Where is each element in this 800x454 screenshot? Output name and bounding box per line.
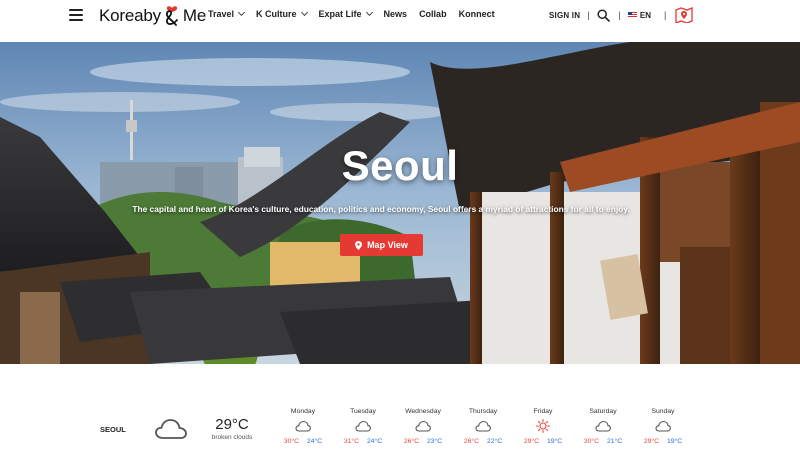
- forecast-day-name: Saturday: [589, 408, 617, 415]
- map-book-icon[interactable]: [675, 7, 693, 23]
- cloud-icon: [475, 419, 491, 433]
- logo-text-right: Me: [182, 6, 207, 25]
- separator: |: [618, 10, 621, 20]
- forecast-high: 30°C: [583, 438, 599, 445]
- forecast-temps: 29°C 19°C: [640, 438, 686, 445]
- forecast-low: 24°C: [307, 438, 323, 445]
- chevron-down-icon: [237, 8, 246, 17]
- cloud-icon: [655, 419, 671, 433]
- forecast-low: 19°C: [667, 438, 683, 445]
- menu-icon[interactable]: [69, 9, 83, 21]
- nav-travel[interactable]: Travel: [208, 8, 246, 19]
- search-icon[interactable]: [596, 8, 610, 22]
- forecast-low: 24°C: [367, 438, 383, 445]
- separator: |: [664, 10, 667, 20]
- forecast-temps: 29°C 19°C: [520, 438, 566, 445]
- cloud-icon: [415, 419, 431, 433]
- forecast-day-name: Tuesday: [350, 408, 376, 415]
- forecast-high: 26°C: [463, 438, 479, 445]
- forecast-high: 29°C: [523, 438, 539, 445]
- heart-ampersand-icon: [165, 6, 178, 26]
- forecast-high: 30°C: [283, 438, 299, 445]
- separator: |: [587, 10, 590, 20]
- forecast-high: 26°C: [403, 438, 419, 445]
- logo-text-left: Koreaby: [99, 6, 161, 25]
- forecast-temps: 30°C 24°C: [280, 438, 326, 445]
- forecast-high: 29°C: [643, 438, 659, 445]
- forecast-day: Monday 30°C 24°C: [280, 408, 326, 445]
- language-selector[interactable]: EN: [627, 11, 651, 20]
- forecast-day: Sunday 29°C 19°C: [640, 408, 686, 445]
- forecast-day-name: Friday: [533, 408, 553, 415]
- forecast-day: Saturday 30°C 21°C: [580, 408, 626, 445]
- hero-banner: Seoul The capital and heart of Korea's c…: [0, 42, 800, 364]
- cloud-icon: [355, 419, 371, 433]
- forecast-temps: 26°C 22°C: [460, 438, 506, 445]
- forecast-temps: 31°C 24°C: [340, 438, 386, 445]
- forecast-low: 23°C: [427, 438, 443, 445]
- nav-k-culture[interactable]: K Culture: [256, 8, 308, 19]
- forecast-day: Friday 29°C 19°C: [520, 408, 566, 445]
- chevron-down-icon: [365, 8, 373, 17]
- cloud-icon: [595, 419, 611, 433]
- forecast-day-name: Thursday: [468, 408, 498, 415]
- forecast-day: Wednesday 26°C 23°C: [400, 408, 446, 445]
- sign-in-link[interactable]: SIGN IN: [549, 11, 580, 20]
- forecast-temps: 30°C 21°C: [580, 438, 626, 445]
- chevron-down-icon: [300, 8, 308, 17]
- forecast-high: 31°C: [343, 438, 359, 445]
- header-tools: SIGN IN | | EN |: [549, 7, 693, 23]
- cloud-icon: [295, 419, 311, 433]
- nav-expat-life[interactable]: Expat Life: [319, 8, 373, 19]
- current-condition: broken clouds: [211, 434, 253, 441]
- forecast-low: 22°C: [487, 438, 503, 445]
- sun-icon: [535, 419, 551, 433]
- hero-subtitle: The capital and heart of Korea's culture…: [132, 204, 630, 214]
- forecast-day-name: Wednesday: [405, 408, 441, 415]
- site-header: Koreaby Me Travel K Culture Expat Life N…: [0, 0, 800, 42]
- forecast-day: Tuesday 31°C 24°C: [340, 408, 386, 445]
- current-temperature: 29°C: [215, 416, 249, 433]
- weather-city: SEOUL: [100, 425, 126, 434]
- forecast-day-name: Sunday: [651, 408, 675, 415]
- site-logo[interactable]: Koreaby Me: [99, 5, 206, 27]
- cloud-icon: [155, 419, 187, 439]
- forecast-low: 19°C: [547, 438, 563, 445]
- location-pin-icon: [355, 240, 363, 250]
- nav-news[interactable]: News: [384, 9, 408, 19]
- forecast-day: Thursday 26°C 22°C: [460, 408, 506, 445]
- hero-background-image: [0, 42, 800, 364]
- weather-widget: SEOUL 29°C broken clouds Monday 30°C 24°C T…: [0, 364, 800, 454]
- map-view-button[interactable]: Map View: [340, 234, 423, 256]
- forecast-temps: 26°C 23°C: [400, 438, 446, 445]
- nav-konnect[interactable]: Konnect: [459, 9, 495, 19]
- forecast-low: 21°C: [607, 438, 623, 445]
- page-title: Seoul: [341, 142, 459, 189]
- main-nav: Travel K Culture Expat Life News Collab …: [208, 8, 507, 19]
- us-flag-icon: [627, 12, 637, 18]
- nav-collab[interactable]: Collab: [419, 9, 447, 19]
- forecast-day-name: Monday: [290, 408, 316, 415]
